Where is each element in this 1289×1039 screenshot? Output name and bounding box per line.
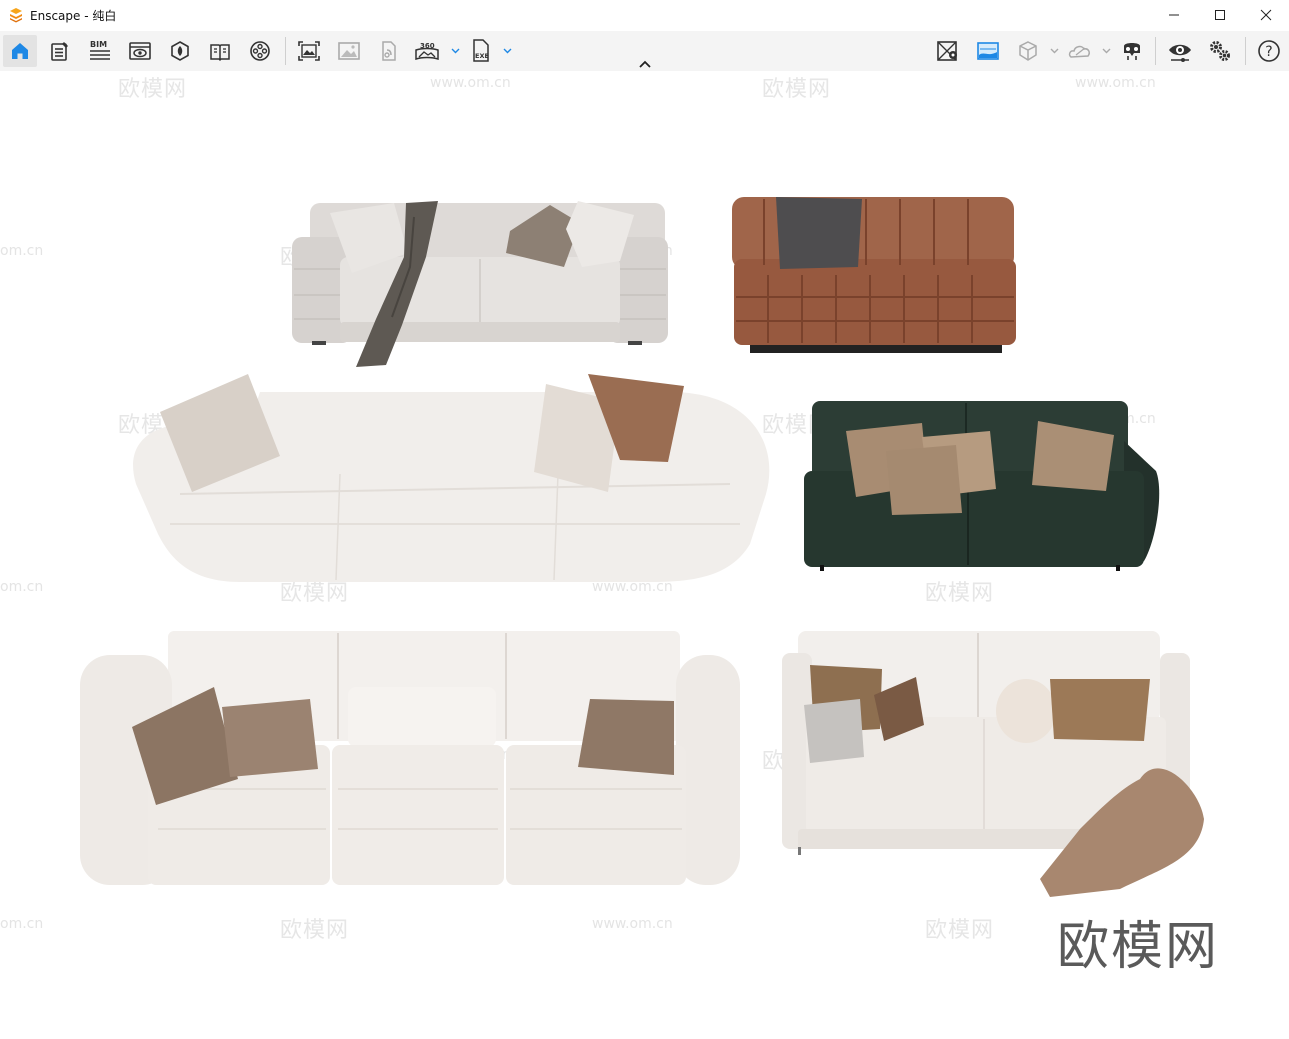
- enscape-window: Enscape - 纯白 BIM 360 EXE ? 欧模网 www.om.cn…: [0, 0, 1289, 1039]
- toolbar-separator: [1155, 37, 1156, 65]
- settings-button[interactable]: [1203, 35, 1237, 67]
- close-icon: [1260, 9, 1272, 21]
- chevron-down-icon: [1102, 48, 1110, 54]
- panorama-360-button[interactable]: 360: [410, 35, 444, 67]
- map-pin-button[interactable]: [931, 35, 965, 67]
- asset-library-button[interactable]: [163, 35, 197, 67]
- toolbar-separator: [285, 37, 286, 65]
- render-viewport[interactable]: 欧模网 www.om.cn 欧模网 www.om.cn om.cn 欧模网 ww…: [0, 71, 1289, 1039]
- book-icon: [210, 44, 230, 62]
- collapse-toolbar-button[interactable]: [636, 58, 654, 70]
- bim-icon: BIM: [90, 40, 110, 60]
- exe-export-button[interactable]: EXE: [464, 35, 498, 67]
- help-icon: ?: [1258, 40, 1280, 62]
- exe-label: EXE: [475, 52, 489, 60]
- cloud-dropdown[interactable]: [1100, 41, 1112, 61]
- brown-leather-tufted-sofa: [732, 197, 1016, 353]
- sky-image-button[interactable]: [971, 35, 1005, 67]
- video-reel-icon: [250, 41, 270, 61]
- chevron-down-icon: [451, 48, 459, 54]
- image-button[interactable]: [332, 35, 366, 67]
- white-curved-sofa: [133, 374, 770, 582]
- cloud-icon: [1068, 45, 1090, 58]
- export-file-button[interactable]: [372, 35, 406, 67]
- white-modular-sofa: [80, 631, 740, 885]
- help-label: ?: [1265, 44, 1272, 60]
- dark-green-sofa: [804, 401, 1160, 571]
- panorama-360-icon: 360: [415, 42, 439, 61]
- enscape-logo-icon: [10, 8, 22, 23]
- window-title: Enscape - 纯白: [30, 8, 117, 23]
- help-button[interactable]: ?: [1252, 35, 1286, 67]
- document-edit-button[interactable]: [43, 35, 77, 67]
- visual-settings-eye-icon: [1169, 44, 1191, 62]
- watermark-text: 欧模网: [280, 918, 350, 943]
- exe-export-dropdown[interactable]: [501, 41, 513, 61]
- cloud-button[interactable]: [1063, 35, 1097, 67]
- light-grey-sofa-with-throw: [292, 201, 668, 367]
- bim-button[interactable]: BIM: [83, 35, 117, 67]
- screenshot-icon: [298, 41, 320, 61]
- asset-library-icon: [171, 41, 189, 61]
- white-sofa-with-plaid-throw: [782, 631, 1204, 897]
- map-pin-icon: [937, 41, 957, 61]
- vr-headset-button[interactable]: [1115, 35, 1149, 67]
- watermark-text: 欧模网: [118, 77, 188, 102]
- sky-image-icon: [977, 42, 999, 60]
- minimize-icon: [1169, 14, 1179, 16]
- cube-view-dropdown[interactable]: [1048, 41, 1060, 61]
- chevron-down-icon: [1050, 48, 1058, 54]
- close-button[interactable]: [1243, 0, 1289, 30]
- vr-headset-icon: [1124, 43, 1140, 60]
- watermark-url: www.om.cn: [1075, 75, 1156, 91]
- maximize-icon: [1215, 10, 1225, 20]
- document-edit-icon: [51, 42, 68, 61]
- watermark-text: 欧模网: [925, 918, 995, 943]
- watermark-url: www.om.cn: [592, 916, 673, 932]
- home-icon: [12, 43, 28, 59]
- watermark-text: 欧模网: [762, 77, 832, 102]
- home-button[interactable]: [3, 35, 37, 67]
- watermark-url: om.cn: [0, 916, 44, 932]
- toolbar-separator: [1245, 37, 1246, 65]
- cube-view-button[interactable]: [1011, 35, 1045, 67]
- minimize-button[interactable]: [1151, 0, 1197, 30]
- title-bar: Enscape - 纯白: [0, 0, 1289, 30]
- watermark-url: om.cn: [0, 579, 44, 595]
- watermark-url: www.om.cn: [430, 75, 511, 91]
- view-eye-icon: [129, 42, 151, 60]
- chevron-up-icon: [639, 60, 651, 68]
- panorama-dropdown[interactable]: [449, 41, 461, 61]
- export-file-icon: [382, 41, 396, 61]
- video-editor-button[interactable]: [243, 35, 277, 67]
- book-button[interactable]: [203, 35, 237, 67]
- watermark-text: 欧模网: [925, 581, 995, 606]
- chevron-down-icon: [503, 48, 511, 54]
- exe-export-icon: EXE: [473, 39, 489, 62]
- view-mode-button[interactable]: [123, 35, 157, 67]
- settings-gears-icon: [1210, 41, 1230, 61]
- bim-icon-label: BIM: [90, 40, 107, 49]
- image-icon: [338, 42, 360, 60]
- cube-view-icon: [1019, 41, 1037, 61]
- watermark-url: om.cn: [0, 243, 44, 259]
- brand-watermark: 欧模网: [1057, 917, 1220, 977]
- maximize-button[interactable]: [1197, 0, 1243, 30]
- visual-settings-button[interactable]: [1163, 35, 1197, 67]
- screenshot-button[interactable]: [292, 35, 326, 67]
